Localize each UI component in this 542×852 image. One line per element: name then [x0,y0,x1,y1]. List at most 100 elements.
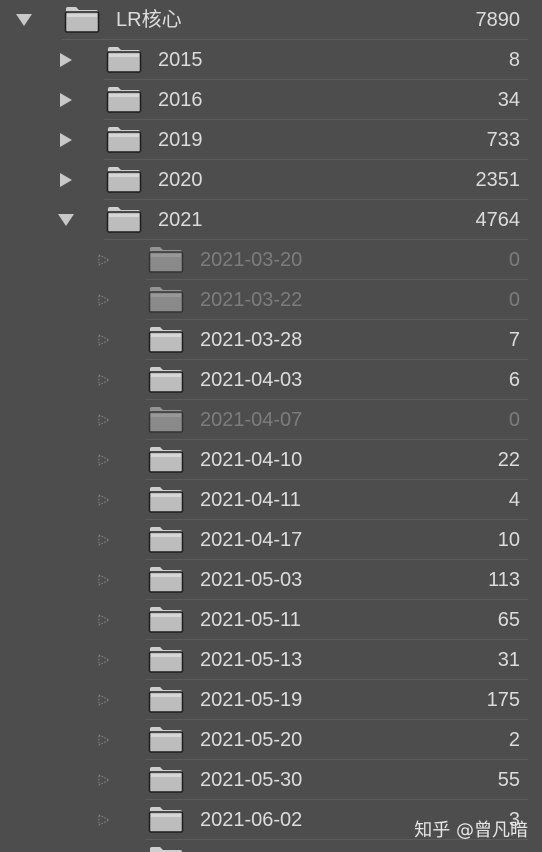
folder-label: 2021-03-20 [200,249,303,271]
folder-count: 113 [488,569,520,591]
dotted-triangle-icon [94,800,114,840]
folder-label: LR核心 [116,9,182,31]
folder-icon [106,87,142,113]
folder-label: 2021-05-19 [200,689,303,711]
folder-row-date[interactable]: 2021-05-11 65 [0,600,542,640]
folder-label: 2021-03-22 [200,289,303,311]
folder-row-date[interactable]: 2021-03-22 0 [0,280,542,320]
folder-row-year[interactable]: 2015 8 [0,40,542,80]
folder-row-date[interactable]: 2021-04-10 22 [0,440,542,480]
watermark-text: 知乎 @曾凡暗 [414,820,528,841]
dotted-triangle-icon [94,240,114,280]
folder-row-date[interactable]: 2021-04-07 0 [0,400,542,440]
folder-icon [148,807,184,833]
folders-panel: LR核心 7890 2015 8 2016 34 2019 733 2020 2… [0,0,542,852]
folder-icon [148,487,184,513]
folder-label: 2021-05-03 [200,569,303,591]
folder-row-year[interactable]: 2016 34 [0,80,542,120]
folder-icon [148,647,184,673]
folder-icon [148,567,184,593]
folder-label: 2021-04-07 [200,409,303,431]
folder-row-date[interactable]: 2021-05-19 175 [0,680,542,720]
folder-row-date[interactable]: 2021-04-11 4 [0,480,542,520]
dotted-triangle-icon [94,320,114,360]
folder-icon [106,127,142,153]
dotted-triangle-icon [94,400,114,440]
folder-count: 733 [486,129,520,151]
folder-icon [148,287,184,313]
folder-label: 2021-04-17 [200,529,303,551]
folder-icon [150,847,182,852]
expand-triangle-down-icon[interactable] [56,200,76,240]
folder-row-date[interactable]: 2021-03-28 7 [0,320,542,360]
folder-label: 2021-04-10 [200,449,303,471]
folder-count: 0 [508,249,520,271]
folder-icon [148,727,184,753]
folder-row-root[interactable]: LR核心 7890 [0,0,542,40]
folder-row-date[interactable]: 2021-05-20 2 [0,720,542,760]
folder-icon [64,7,100,33]
folder-icon [106,167,142,193]
folder-count: 2351 [475,169,521,191]
folder-count: 7 [508,329,520,351]
folder-label: 2021-03-28 [200,329,303,351]
folder-label: 2021-04-03 [200,369,303,391]
folder-icon [148,527,184,553]
folder-label: 2019 [158,129,203,151]
folder-icon [148,447,184,473]
dotted-triangle-icon [94,600,114,640]
folder-row-date[interactable]: 2021-05-30 55 [0,760,542,800]
folder-count: 10 [497,529,520,551]
expand-triangle-right-icon[interactable] [56,120,76,160]
folder-count: 34 [497,89,520,111]
folder-row-date[interactable]: 2021-04-03 6 [0,360,542,400]
folder-icon [148,407,184,433]
folder-count: 175 [486,689,520,711]
folder-label: 2021-06-02 [200,809,303,831]
dotted-triangle-icon [94,280,114,320]
folder-row-date[interactable]: 2021-05-03 113 [0,560,542,600]
folder-label: 2021-05-20 [200,729,303,751]
folder-icon [148,687,184,713]
folder-row-year[interactable]: 2021 4764 [0,200,542,240]
folder-count: 31 [497,649,520,671]
dotted-triangle-icon [94,360,114,400]
folder-label: 2021-05-13 [200,649,303,671]
expand-triangle-right-icon[interactable] [56,160,76,200]
folder-icon [148,367,184,393]
folder-count: 7890 [475,9,521,31]
folder-count: 0 [508,289,520,311]
folder-row-year[interactable]: 2020 2351 [0,160,542,200]
dotted-triangle-icon [94,680,114,720]
folder-icon [148,767,184,793]
folder-label: 2020 [158,169,203,191]
folder-label: 2021-05-11 [200,609,301,631]
dotted-triangle-icon [94,720,114,760]
folder-label: 2021-05-30 [200,769,303,791]
folder-icon [106,207,142,233]
dotted-triangle-icon [94,560,114,600]
folder-row-date[interactable]: 2021-04-17 10 [0,520,542,560]
folder-label: 2015 [158,49,203,71]
folder-row-date[interactable]: 2021-03-20 0 [0,240,542,280]
folder-count: 55 [497,769,520,791]
folder-count: 0 [508,409,520,431]
folder-count: 65 [497,609,520,631]
folder-count: 2 [508,729,520,751]
folder-label: 2021 [158,209,203,231]
folder-count: 4 [508,489,520,511]
expand-triangle-right-icon[interactable] [56,40,76,80]
folder-label: 2016 [158,89,203,111]
dotted-triangle-icon [94,480,114,520]
folder-icon [148,607,184,633]
dotted-triangle-icon [94,640,114,680]
folder-row-year[interactable]: 2019 733 [0,120,542,160]
expand-triangle-right-icon[interactable] [56,80,76,120]
folder-label: 2021-04-11 [200,489,301,511]
folder-count: 8 [508,49,520,71]
expand-triangle-down-icon[interactable] [14,0,34,40]
dotted-triangle-icon [94,440,114,480]
dotted-triangle-icon [94,520,114,560]
folder-count: 4764 [475,209,521,231]
folder-row-date[interactable]: 2021-05-13 31 [0,640,542,680]
